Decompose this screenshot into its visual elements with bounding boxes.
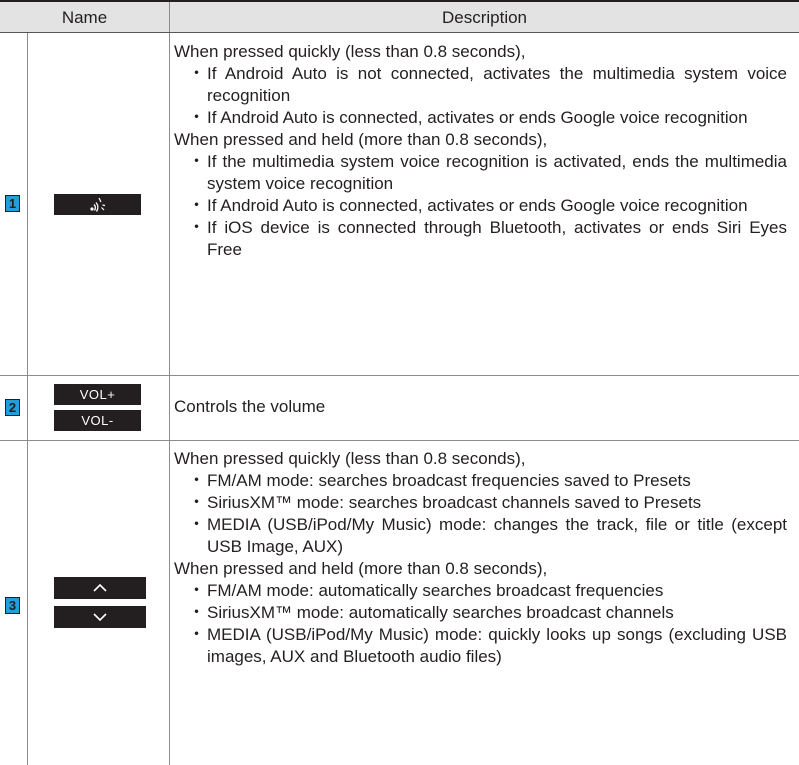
row-description: When pressed quickly (less than 0.8 seco… — [174, 41, 787, 261]
volume-up-label: VOL+ — [79, 387, 116, 402]
description-bullet: ・ If iOS device is connected through Blue… — [188, 218, 787, 259]
description-bullet: ・ MEDIA (USB/iPod/My Music) mode: changes… — [188, 515, 787, 556]
row-description: Controls the volume — [174, 396, 787, 418]
row-number-badge: 3 — [5, 597, 20, 614]
number-column-divider — [27, 33, 28, 765]
description-bullet: ・ SiriusXM™ mode: searches broadcast chan… — [188, 493, 702, 512]
row-description: When pressed quickly (less than 0.8 seco… — [174, 448, 787, 668]
row-number-badge: 2 — [5, 399, 20, 416]
seek-down-button[interactable] — [54, 606, 146, 628]
column-header-name: Name — [61, 8, 108, 27]
column-divider — [169, 2, 170, 765]
description-line: Controls the volume — [174, 397, 326, 416]
chevron-up-icon — [93, 583, 107, 592]
description-line: When pressed quickly (less than 0.8 seco… — [174, 42, 526, 61]
description-bullet: ・ SiriusXM™ mode: automatically searches … — [188, 603, 674, 622]
voice-recognition-button[interactable] — [54, 194, 141, 215]
description-bullet: ・ If Android Auto is connected, activates… — [188, 108, 748, 127]
description-line: When pressed and held (more than 0.8 sec… — [174, 559, 548, 578]
description-bullet: ・ FM/AM mode: searches broadcast frequenc… — [188, 471, 691, 490]
description-bullet: ・ If the multimedia system voice recognit… — [188, 152, 787, 193]
description-bullet: ・ MEDIA (USB/iPod/My Music) mode: quickly… — [188, 625, 787, 666]
voice-recognition-icon — [88, 196, 108, 213]
seek-up-button[interactable] — [54, 577, 146, 599]
volume-up-button[interactable]: VOL+ — [54, 384, 141, 405]
description-line: When pressed and held (more than 0.8 sec… — [174, 130, 548, 149]
column-header-description: Description — [441, 8, 528, 27]
row-divider — [0, 440, 799, 441]
row-divider — [0, 375, 799, 376]
header-bottom-rule — [0, 32, 799, 33]
volume-down-button[interactable]: VOL- — [54, 410, 141, 431]
description-bullet: ・ If Android Auto is connected, activates… — [188, 196, 748, 215]
description-bullet: ・ If Android Auto is not connected, activ… — [188, 64, 787, 105]
table-header: Name Description — [0, 0, 799, 33]
volume-down-label: VOL- — [81, 413, 114, 428]
description-line: When pressed quickly (less than 0.8 seco… — [174, 449, 526, 468]
description-bullet: ・ FM/AM mode: automatically searches broa… — [188, 581, 664, 600]
chevron-down-icon — [93, 613, 107, 622]
row-number-badge: 1 — [5, 195, 20, 212]
